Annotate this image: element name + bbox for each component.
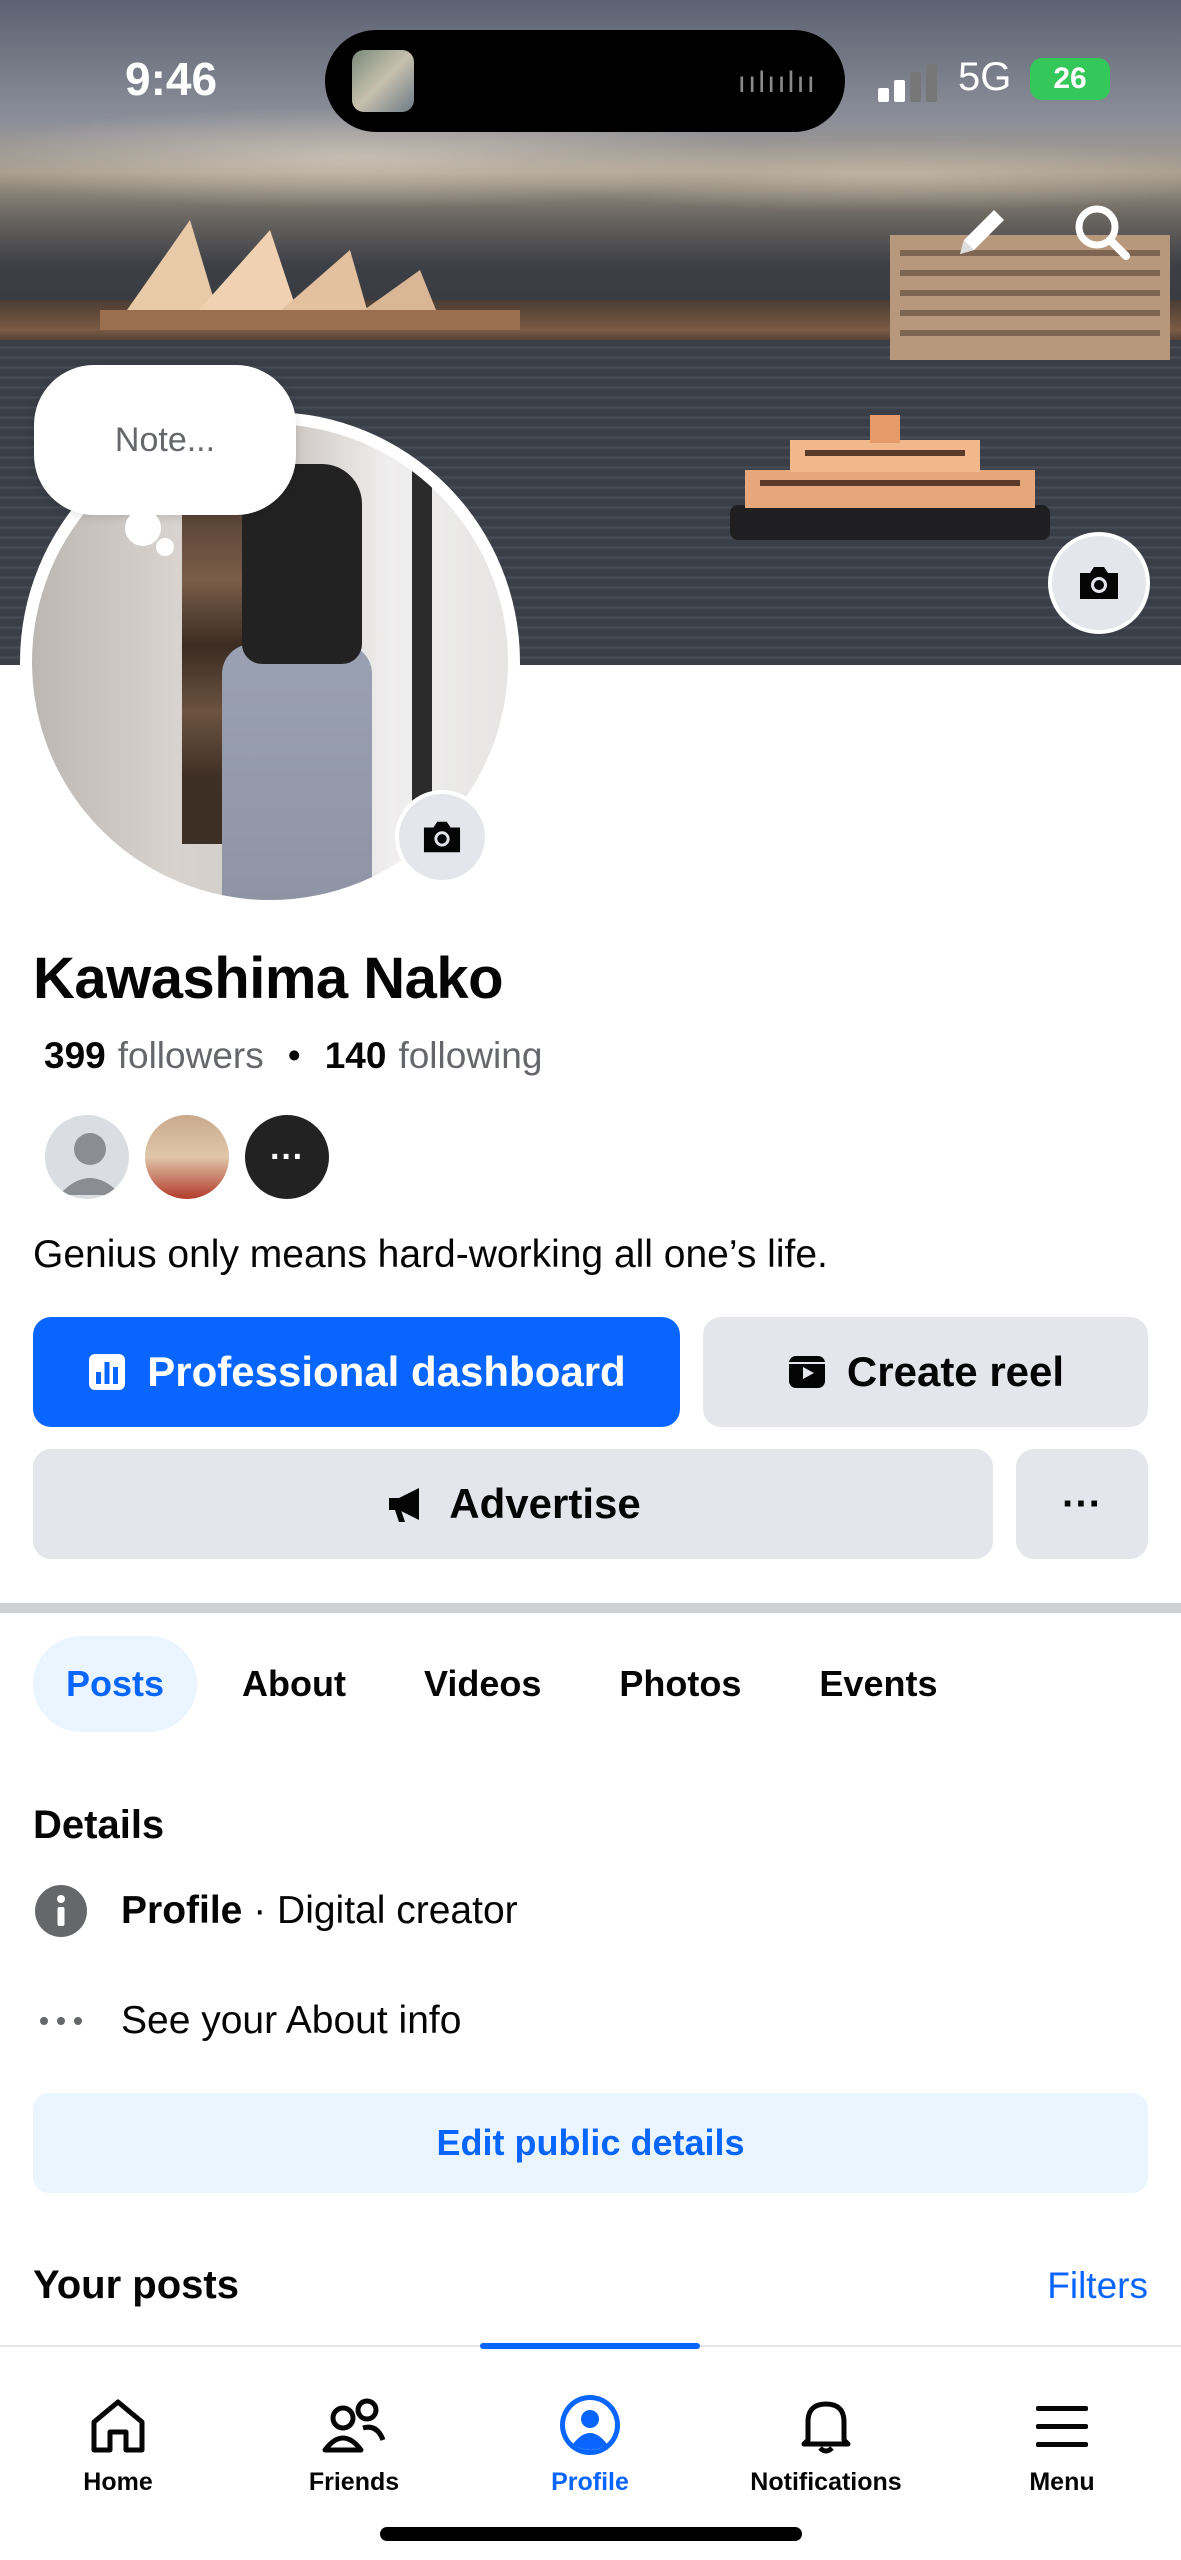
following-label: following <box>398 1035 543 1076</box>
profile-type-row: Profile · Digital creator <box>33 1883 518 1939</box>
filters-link[interactable]: Filters <box>1047 2265 1148 2307</box>
info-icon <box>33 1883 89 1939</box>
follow-stats: 399 followers • 140 following <box>44 1035 542 1077</box>
dashboard-icon <box>89 1354 126 1390</box>
friends-icon <box>322 2398 386 2453</box>
status-time: 9:46 <box>125 53 218 105</box>
friends-avatars[interactable]: ··· <box>42 1112 332 1202</box>
see-about-row[interactable]: See your About info <box>33 1993 461 2049</box>
bell-icon <box>801 2401 851 2454</box>
default-user-icon <box>59 1133 121 1195</box>
camera-icon <box>1080 567 1118 599</box>
friend-avatar[interactable] <box>42 1112 132 1202</box>
live-activity-thumbnail <box>352 50 414 112</box>
followers-link[interactable]: 399 followers <box>44 1035 264 1077</box>
hotel-building-shape <box>890 235 1170 360</box>
ferry-shape <box>730 415 1050 540</box>
following-link[interactable]: 140 following <box>325 1035 543 1077</box>
pencil-icon[interactable] <box>950 200 1014 264</box>
your-posts-heading: Your posts <box>33 2263 239 2307</box>
create-reel-button[interactable]: Create reel <box>703 1317 1148 1427</box>
reel-icon <box>788 1356 825 1388</box>
nav-friends-label: Friends <box>308 2468 400 2496</box>
nav-home[interactable]: Home <box>0 2347 236 2497</box>
battery-icon: 26 <box>1030 58 1110 100</box>
cover-camera-button[interactable] <box>1048 532 1150 634</box>
active-tab-indicator <box>480 2343 700 2349</box>
following-count: 140 <box>324 1035 387 1076</box>
home-indicator[interactable] <box>380 2527 802 2541</box>
professional-dashboard-label: Professional dashboard <box>147 1348 626 1395</box>
nav-profile-label: Profile <box>551 2468 629 2496</box>
see-about-label: See your About info <box>121 1999 462 2042</box>
nav-menu-label: Menu <box>1029 2468 1095 2496</box>
tab-videos[interactable]: Videos <box>391 1636 574 1732</box>
more-options-label: ··· <box>1062 1481 1102 1526</box>
dynamic-island: ıılıılıı <box>325 30 845 132</box>
profile-type-label: Profile <box>121 1889 243 1932</box>
friend-avatar[interactable] <box>142 1112 232 1202</box>
nav-friends[interactable]: Friends <box>236 2347 472 2497</box>
opera-house-shape <box>100 220 520 330</box>
edit-public-details-label: Edit public details <box>436 2122 745 2163</box>
audio-wave-icon: ıılıılıı <box>737 66 817 99</box>
edit-public-details-button[interactable]: Edit public details <box>33 2093 1148 2193</box>
battery-level: 26 <box>1053 62 1087 95</box>
followers-count: 399 <box>44 1035 106 1076</box>
profile-name: Kawashima Nako <box>33 946 504 1011</box>
camera-icon <box>423 821 461 853</box>
note-placeholder: Note... <box>114 420 216 459</box>
separator-dot: • <box>287 1035 301 1076</box>
tab-posts[interactable]: Posts <box>33 1636 198 1732</box>
profile-tabs: Posts About Videos Photos Events <box>33 1636 982 1732</box>
signal-icon <box>878 62 940 102</box>
ellipsis-icon <box>33 1993 89 2049</box>
profile-bio: Genius only means hard-working all one’s… <box>33 1233 828 1276</box>
network-label: 5G <box>958 55 1012 99</box>
note-bubble[interactable]: Note... <box>34 365 296 515</box>
profile-type-value: · Digital creator <box>242 1889 518 1932</box>
search-icon[interactable] <box>1070 200 1134 264</box>
followers-label: followers <box>117 1035 264 1076</box>
more-options-button[interactable]: ··· <box>1016 1449 1148 1559</box>
note-bubble-dot-small <box>156 538 174 556</box>
tab-about[interactable]: About <box>209 1636 379 1732</box>
tab-events[interactable]: Events <box>786 1636 970 1732</box>
hamburger-menu-icon <box>1036 2406 1088 2447</box>
tab-photos[interactable]: Photos <box>586 1636 774 1732</box>
nav-home-label: Home <box>83 2468 153 2496</box>
profile-camera-button[interactable] <box>395 790 489 884</box>
profile-icon <box>560 2395 620 2455</box>
create-reel-label: Create reel <box>846 1348 1065 1395</box>
nav-notifications-label: Notifications <box>750 2468 902 2496</box>
professional-dashboard-button[interactable]: Professional dashboard <box>33 1317 680 1427</box>
status-bar: 9:46 ıılıılıı 5G 26 <box>0 0 1181 160</box>
nav-menu[interactable]: Menu <box>944 2347 1180 2497</box>
advertise-button[interactable]: Advertise <box>33 1449 993 1559</box>
note-bubble-dot <box>125 510 161 546</box>
section-divider <box>0 1603 1181 1613</box>
nav-notifications[interactable]: Notifications <box>708 2347 944 2497</box>
details-heading: Details <box>33 1803 165 1847</box>
more-friends-label: ··· <box>270 1137 304 1176</box>
advertise-label: Advertise <box>449 1480 641 1527</box>
avatar-person-legs <box>222 644 372 900</box>
more-friends-button[interactable]: ··· <box>242 1112 332 1202</box>
megaphone-icon <box>389 1488 420 1522</box>
home-icon <box>91 2399 145 2453</box>
nav-profile[interactable]: Profile <box>472 2347 708 2497</box>
